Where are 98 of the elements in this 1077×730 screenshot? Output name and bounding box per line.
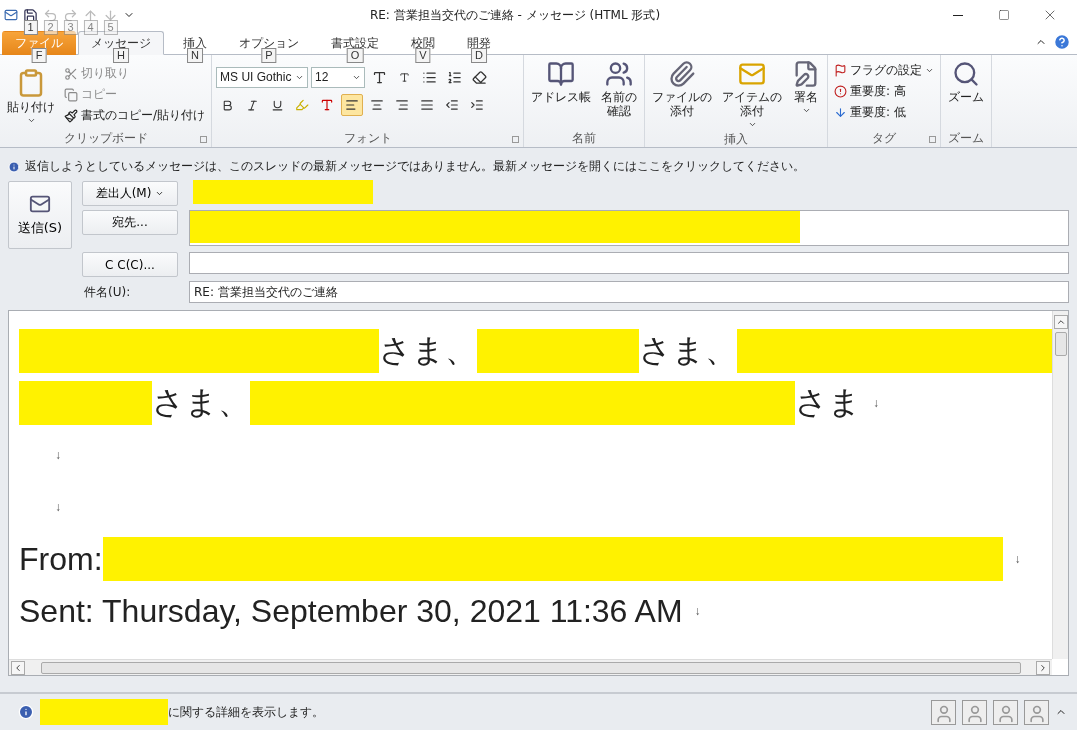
copy-icon <box>64 87 78 102</box>
key-tip: F <box>31 48 47 63</box>
contact-avatar[interactable] <box>993 699 1018 725</box>
body-text: さま、 <box>152 383 250 422</box>
cc-field[interactable] <box>189 252 1069 274</box>
bullet-list-icon <box>421 69 437 85</box>
group-label: ズーム <box>948 130 985 147</box>
minimize-icon <box>953 14 963 16</box>
scissors-icon <box>64 66 78 81</box>
body-text: さま、 <box>639 331 737 370</box>
flag-icon <box>834 64 848 77</box>
highlighter-icon <box>295 98 310 112</box>
people-pane-text: に関する詳細を表示します。 <box>168 703 324 721</box>
increase-indent-icon <box>470 98 485 112</box>
align-left-button[interactable] <box>341 94 364 116</box>
numbered-list-icon <box>446 69 462 85</box>
send-button[interactable]: 送信(S) <box>8 181 72 249</box>
window-title: RE: 営業担当交代のご連絡 - メッセージ (HTML 形式) <box>368 6 662 24</box>
group-label: タグ <box>872 130 897 147</box>
caret-icon <box>26 116 36 125</box>
high-importance-button[interactable]: 重要度: 高 <box>832 82 937 101</box>
format-painter-button[interactable]: 書式のコピー/貼り付け <box>62 106 208 125</box>
scroll-up-icon <box>1055 317 1066 327</box>
vertical-scrollbar[interactable] <box>1052 311 1068 659</box>
body-text: Sent: Thursday, September 30, 2021 11:36 AM <box>19 592 683 630</box>
horizontal-scrollbar[interactable] <box>9 659 1052 675</box>
save-icon[interactable] <box>23 7 38 23</box>
shrink-font-icon <box>398 71 410 83</box>
italic-icon <box>245 98 259 112</box>
font-size-field[interactable]: 12 <box>311 66 366 88</box>
group-label: フォント <box>343 130 392 147</box>
to-field[interactable] <box>189 210 1069 246</box>
address-book-button[interactable]: アドレス帳 <box>528 58 595 130</box>
people-icon <box>605 60 634 88</box>
attach-file-button[interactable]: ファイルの添付 <box>649 58 716 131</box>
exclamation-icon <box>834 85 848 98</box>
align-right-icon <box>395 98 410 112</box>
contact-avatar[interactable] <box>931 699 956 725</box>
magnifier-icon <box>952 60 981 88</box>
contact-avatar[interactable] <box>1024 699 1049 725</box>
info-icon <box>8 160 20 173</box>
key-tip: N <box>187 48 203 63</box>
paragraph-mark: ↓ <box>873 396 879 410</box>
contact-avatar[interactable] <box>962 699 987 725</box>
body-text: さま、 <box>379 331 477 370</box>
caret-icon <box>925 66 935 75</box>
paragraph-mark: ↓ <box>1014 552 1021 566</box>
scroll-left-icon <box>13 662 23 673</box>
body-text: さま <box>795 383 861 422</box>
to-button[interactable]: 宛先... <box>82 210 178 235</box>
font-name-field[interactable]: MS UI Gothic <box>216 66 309 88</box>
help-icon[interactable] <box>1053 33 1071 51</box>
group-label: クリップボード <box>63 130 148 147</box>
zoom-button[interactable]: ズーム <box>945 58 988 130</box>
down-arrow-icon <box>834 106 848 119</box>
subject-field[interactable]: RE: 営業担当交代のご連絡 <box>189 281 1069 303</box>
maximize-icon <box>998 9 1010 21</box>
low-importance-button[interactable]: 重要度: 低 <box>832 103 937 122</box>
scroll-thumb[interactable] <box>40 661 1021 674</box>
align-left-icon <box>345 98 360 112</box>
grow-font-icon <box>371 69 387 85</box>
cc-button[interactable]: C C(C)... <box>82 252 178 277</box>
paragraph-mark: ↓ <box>55 448 61 462</box>
key-tip: 1 <box>23 19 38 35</box>
paragraph-mark: ↓ <box>55 500 61 514</box>
envelope-icon <box>29 193 51 215</box>
decrease-indent-icon <box>445 98 460 112</box>
underline-icon <box>270 98 284 112</box>
info-icon <box>18 704 34 720</box>
key-tip: V <box>415 48 431 63</box>
group-label: 挿入 <box>724 131 749 148</box>
key-tip: H <box>113 48 129 63</box>
scroll-thumb[interactable] <box>1054 332 1067 356</box>
check-names-button[interactable]: 名前の確認 <box>598 58 641 130</box>
scroll-right-icon <box>1038 662 1048 673</box>
group-label: 名前 <box>572 130 597 147</box>
eraser-icon <box>471 69 487 85</box>
align-center-icon <box>370 98 385 112</box>
caret-icon <box>747 120 757 129</box>
address-book-icon <box>547 60 576 88</box>
justify-icon <box>420 98 435 112</box>
attach-item-button[interactable]: アイテムの添付 <box>719 58 786 131</box>
body-text: From: <box>19 540 103 578</box>
info-message[interactable]: 返信しようとしているメッセージは、このスレッドの最新メッセージではありません。最新メッセージを開くにはここをクリックしてください。 <box>25 158 805 175</box>
paperclip-icon <box>668 60 697 88</box>
key-tip: O <box>346 48 364 63</box>
paragraph-mark: ↓ <box>694 604 701 618</box>
caret-icon <box>155 189 165 198</box>
key-tip: P <box>261 48 277 63</box>
from-button[interactable]: 差出人(M) <box>82 181 178 206</box>
caret-icon <box>801 106 811 115</box>
subject-label: 件名(U): <box>83 283 132 301</box>
font-color-icon <box>320 98 335 112</box>
signature-button[interactable]: 署名 <box>789 58 824 131</box>
key-tip: D <box>471 48 487 63</box>
follow-up-flag-button[interactable]: フラグの設定 <box>832 61 937 80</box>
brush-icon <box>64 108 78 123</box>
app-icon <box>4 8 18 22</box>
